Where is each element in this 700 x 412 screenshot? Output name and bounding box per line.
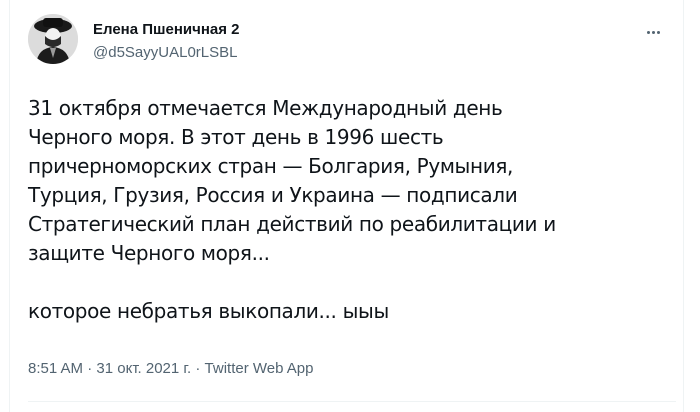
tweet-text-line: защите Черного моря... — [28, 241, 270, 265]
more-horizontal-icon-dot — [651, 30, 655, 34]
more-horizontal-icon-dot — [656, 30, 660, 34]
more-horizontal-icon — [646, 30, 650, 34]
more-options-button[interactable] — [638, 22, 668, 42]
tweet-text-line: Стратегический план действий по реабилит… — [28, 212, 556, 236]
tweet-text-line: причерноморских стран — Болгария, Румыни… — [28, 154, 514, 178]
meta-separator: · — [87, 360, 93, 377]
tweet-card: Елена Пшеничная 2 @d5SayyUAL0rLSBL 31 ок… — [9, 0, 684, 412]
tweet-timestamp-time[interactable]: 8:51 AM — [28, 360, 83, 377]
user-avatar-image — [28, 14, 78, 64]
tweet-metadata: 8:51 AM · 31 окт. 2021 г. · Twitter Web … — [28, 359, 314, 379]
avatar[interactable] — [28, 14, 78, 64]
meta-separator: · — [195, 360, 201, 377]
tweet-timestamp-date[interactable]: 31 окт. 2021 г. — [96, 360, 191, 377]
tweet-text: 31 октября отмечается Международный день… — [28, 94, 676, 326]
divider — [28, 401, 676, 402]
tweet-text-line: Турция, Грузия, Россия и Украина — подпи… — [28, 183, 518, 207]
tweet-text-line: Черного моря. В этот день в 1996 шесть — [28, 125, 444, 149]
author-handle[interactable]: @d5SayyUAL0rLSBL — [93, 44, 237, 62]
tweet-text-line: 31 октября отмечается Международный день — [28, 96, 503, 120]
tweet-text-tail: которое небратья выкопали... ыыы — [28, 299, 389, 323]
author-name[interactable]: Елена Пшеничная 2 — [93, 21, 240, 39]
tweet-source-link[interactable]: Twitter Web App — [205, 360, 314, 377]
